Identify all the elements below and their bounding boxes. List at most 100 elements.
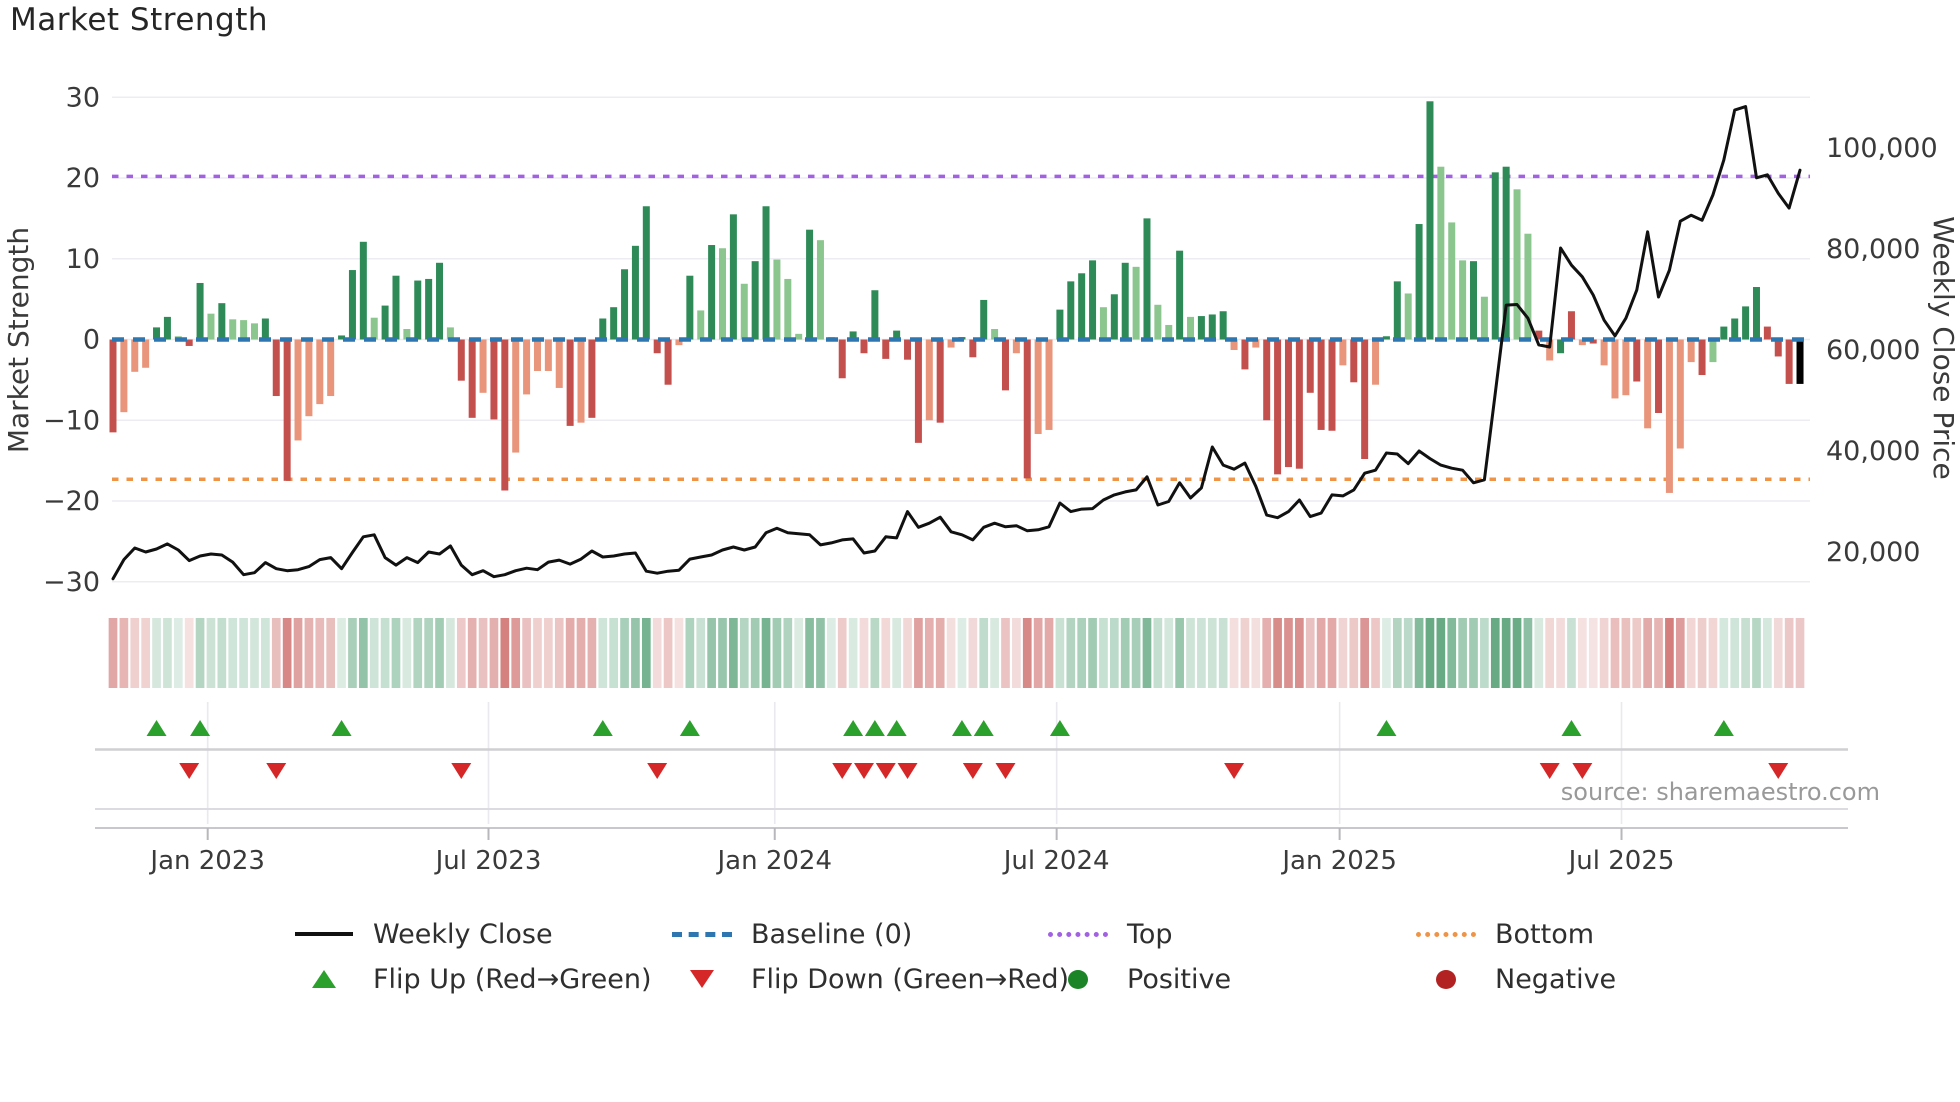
heatmap-cell [750,618,760,688]
heatmap-cell [217,618,227,688]
flip-up-marker [1561,720,1582,736]
negative-bar [316,339,324,405]
heatmap-cell [1534,618,1544,688]
heatmap-cell [1458,618,1467,688]
green-circle-icon [1068,969,1088,989]
chart-legend: Weekly Close Baseline (0) Top Bottom Flip Up… [292,916,1732,997]
heatmap-cell [1120,618,1130,688]
heatmap-cell [250,618,259,688]
x-tick-label: Jan 2025 [1280,846,1397,876]
legend-row: Flip Up (Red→Green) Flip Down (Green→Red)… [292,961,1732,997]
flip-up-marker [951,720,972,736]
positive-bar [784,278,792,340]
flip-down-marker [832,763,853,779]
negative-bar [882,339,890,359]
negative-bar [294,339,302,441]
legend-item: Top [1046,916,1414,952]
heatmap-cell [337,618,346,688]
heatmap-cell [1099,618,1108,688]
negative-bar [1785,339,1793,384]
heatmap-cell [631,618,640,688]
positive-bar [163,316,171,340]
heatmap-cell [1675,618,1685,688]
positive-bar [381,305,389,340]
positive-bar [871,290,879,340]
positive-bar [1121,262,1129,340]
heatmap-cell [391,618,401,688]
negative-bar [1796,339,1804,384]
heatmap-cell [881,618,891,688]
heatmap-cell [914,618,923,688]
heatmap-cell [1588,618,1598,688]
heatmap-cell [1175,618,1184,688]
legend-item: Weekly Close [292,916,670,952]
legend-item: Bottom [1414,916,1732,952]
red-circle-icon [1414,969,1478,989]
negative-bar [479,339,487,393]
x-tick-label: Jan 2023 [148,846,265,876]
positive-bar [1056,309,1064,340]
positive-bar [229,319,237,340]
flip-up-marker [1376,720,1397,736]
negative-bar [1361,339,1369,460]
legend-label: Weekly Close [373,918,553,950]
heatmap-cell [685,618,695,688]
heatmap-cell [1316,618,1326,688]
y-left-tick-label: −10 [43,405,100,436]
flip-down-marker [962,763,983,779]
heatmap-cell [1153,618,1163,688]
positive-bar [261,318,269,340]
y-right-tick-label: 60,000 [1826,335,1920,366]
x-tick-label: Jan 2024 [715,846,832,876]
negative-bar [838,339,846,379]
positive-bar [697,310,705,340]
legend-item: Baseline (0) [670,916,1046,952]
heatmap-cell [903,618,912,688]
positive-bar [1470,261,1477,340]
heatmap-cell [848,618,858,688]
heatmap-cell [315,618,325,688]
positive-bar [740,283,748,340]
heatmap-cell [369,618,379,688]
negative-bar [914,339,922,443]
heatmap-cell [163,618,172,688]
positive-bar [1089,260,1097,340]
negative-bar [1034,339,1042,434]
negative-bar [1644,339,1652,429]
positive-bar [1197,316,1205,340]
flip-up-marker [864,720,885,736]
heatmap-cell [1708,618,1718,688]
positive-bar [1763,326,1771,340]
heatmap-cell [1469,618,1478,688]
heatmap-cell [794,618,804,688]
heatmap-cell [1284,618,1293,688]
heatmap-cell [1795,618,1805,688]
y-left-tick-label: 0 [83,325,100,356]
heatmap-cell [968,618,978,688]
heatmap-cell [446,618,455,688]
heatmap-cell [1436,618,1446,688]
heatmap-cell [1610,618,1620,688]
heatmap-cell [1784,618,1794,688]
positive-bar [370,317,378,340]
heatmap-cell [1382,618,1391,688]
heatmap-cell [1022,618,1032,688]
positive-bar [1067,281,1075,340]
negative-bar [1611,339,1619,399]
positive-bar [1143,218,1151,340]
positive-bar [773,259,781,340]
heatmap-cell [1131,618,1141,688]
positive-bar [1480,296,1488,340]
legend-row: Weekly Close Baseline (0) Top Bottom [292,916,1732,952]
heatmap-cell [1229,618,1239,688]
negative-bar [860,339,868,354]
negative-bar [305,339,313,417]
heatmap-cell [1360,618,1370,688]
y-left-axis-title: Market Strength [2,227,35,453]
heatmap-cell [1599,618,1609,688]
positive-bar [425,278,433,340]
heatmap-cell [1686,618,1696,688]
negative-bar [1350,339,1358,383]
heatmap-cell [304,618,314,688]
x-tick-label: Jul 2023 [434,846,542,876]
